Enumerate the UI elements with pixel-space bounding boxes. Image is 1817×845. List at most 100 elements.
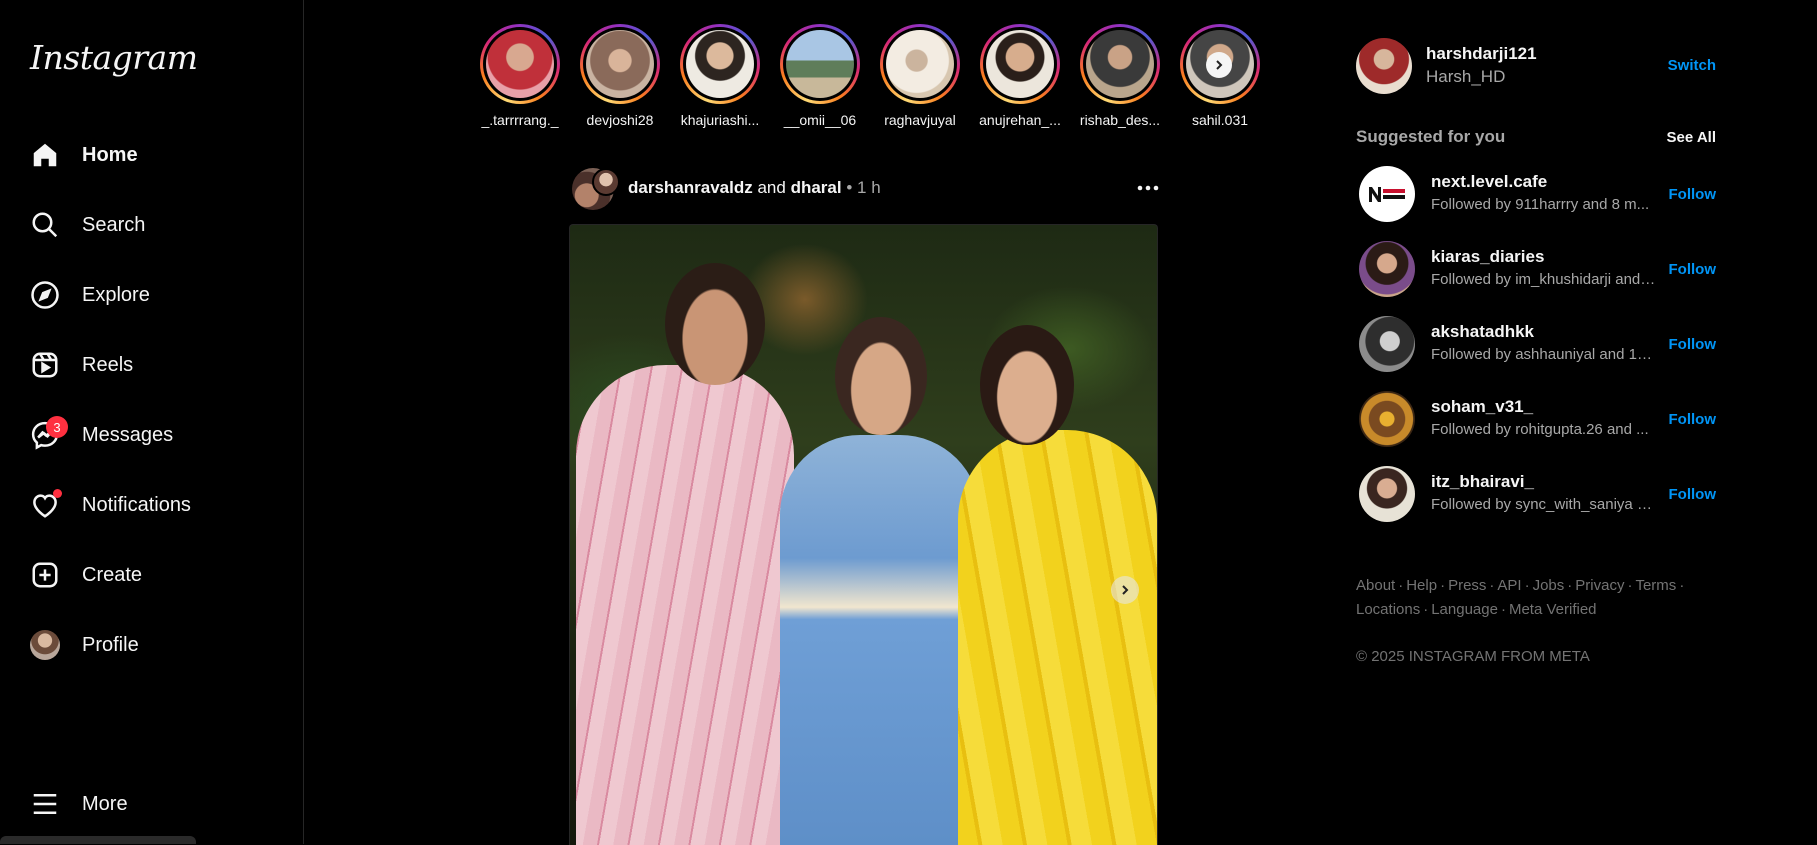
footer-link[interactable]: Meta Verified <box>1509 601 1597 618</box>
post-author-link[interactable]: darshanravaldz <box>628 178 753 197</box>
follow-button[interactable]: Follow <box>1669 261 1717 278</box>
post-time[interactable]: 1 h <box>857 178 881 197</box>
story-username: sahil.031 <box>1191 112 1249 128</box>
sidebar: Instagram Home Search Explore Reels 3 Me… <box>0 0 304 844</box>
suggestion-context: Followed by rohitgupta.26 and ... <box>1431 421 1649 438</box>
sidebar-item-search[interactable]: Search <box>28 201 278 249</box>
suggestion-avatar[interactable] <box>1359 241 1415 297</box>
post-authors: darshanravaldz and dharal • 1 h <box>628 178 881 198</box>
messenger-icon: 3 <box>28 416 68 452</box>
footer-link[interactable]: Help <box>1406 577 1437 594</box>
story-item[interactable]: __omii__06 <box>770 24 870 128</box>
suggestion-avatar[interactable] <box>1359 391 1415 447</box>
notification-dot <box>53 489 62 498</box>
footer-link[interactable]: API <box>1497 577 1521 594</box>
story-item[interactable]: devjoshi28 <box>570 24 670 128</box>
story-item[interactable]: raghavjuyal <box>870 24 970 128</box>
sidebar-item-label: Messages <box>82 423 174 446</box>
suggestion-avatar[interactable] <box>1359 316 1415 372</box>
suggestion-context: Followed by 911harrry and 8 m... <box>1431 196 1650 213</box>
suggestion-username[interactable]: soham_v31_ <box>1431 397 1533 417</box>
story-username: rishab_des... <box>1079 112 1161 128</box>
footer-link[interactable]: About <box>1356 577 1395 594</box>
sidebar-item-label: Reels <box>82 353 134 376</box>
next-level-logo <box>1369 187 1405 202</box>
avatar[interactable] <box>1356 38 1412 94</box>
sidebar-item-label: Profile <box>82 633 139 656</box>
photo-subject <box>780 435 980 845</box>
suggestion-item: itz_bhairavi_ Followed by sync_with_sani… <box>1356 466 1716 522</box>
post-image[interactable] <box>569 224 1158 845</box>
story-avatar <box>886 30 954 98</box>
sidebar-item-more[interactable]: More <box>28 780 278 828</box>
post-coauthor-link[interactable]: dharal <box>791 178 842 197</box>
story-avatar <box>986 30 1054 98</box>
story-username: __omii__06 <box>783 112 857 128</box>
post-coauthor-avatar[interactable] <box>592 168 620 196</box>
sidebar-item-home[interactable]: Home <box>28 131 278 179</box>
sidebar-item-profile[interactable]: Profile <box>28 621 278 669</box>
story-item[interactable]: _.tarrrrang._ <box>470 24 570 128</box>
sidebar-item-label: Home <box>82 143 138 166</box>
follow-button[interactable]: Follow <box>1669 486 1717 503</box>
current-full-name: Harsh_HD <box>1426 67 1506 86</box>
suggested-heading: Suggested for you <box>1356 127 1506 146</box>
menu-icon <box>28 787 62 821</box>
sidebar-item-label: Create <box>82 563 143 586</box>
sidebar-item-reels[interactable]: Reels <box>28 341 278 389</box>
story-item[interactable]: anujrehan_... <box>970 24 1070 128</box>
suggestion-item: akshatadhkk Followed by ashhauniyal and … <box>1356 316 1716 372</box>
suggestion-username[interactable]: kiaras_diaries <box>1431 247 1544 267</box>
suggestion-username[interactable]: next.level.cafe <box>1431 172 1547 192</box>
footer-link[interactable]: Privacy <box>1575 577 1624 594</box>
more-options-icon[interactable] <box>1136 172 1160 198</box>
suggestion-username[interactable]: akshatadhkk <box>1431 322 1534 342</box>
carousel-next-button[interactable] <box>1111 576 1139 604</box>
story-avatar <box>586 30 654 98</box>
footer-link[interactable]: Terms <box>1635 577 1676 594</box>
suggestion-context: Followed by ashhauniyal and 13... <box>1431 346 1656 363</box>
follow-button[interactable]: Follow <box>1669 411 1717 428</box>
chevron-right-icon <box>1216 60 1223 70</box>
sidebar-item-messages[interactable]: 3 Messages <box>28 411 278 459</box>
story-avatar <box>786 30 854 98</box>
suggestion-avatar[interactable] <box>1359 166 1415 222</box>
story-item[interactable]: rishab_des... <box>1070 24 1170 128</box>
follow-button[interactable]: Follow <box>1669 186 1717 203</box>
stories-next-button[interactable] <box>1206 52 1232 78</box>
sidebar-item-create[interactable]: Create <box>28 551 278 599</box>
see-all-link[interactable]: See All <box>1667 129 1716 146</box>
sidebar-item-label: Explore <box>82 283 150 306</box>
suggestion-item: next.level.cafe Followed by 911harrry an… <box>1356 166 1716 222</box>
footer-link[interactable]: Press <box>1448 577 1486 594</box>
search-icon <box>28 208 62 242</box>
switch-account-button[interactable]: Switch <box>1668 57 1716 74</box>
sidebar-item-notifications[interactable]: Notifications <box>28 481 278 529</box>
bottom-tab-strip <box>0 836 196 844</box>
follow-button[interactable]: Follow <box>1669 336 1717 353</box>
post-header: darshanravaldz and dharal • 1 h <box>572 168 1160 212</box>
current-account: harshdarji121 Harsh_HD Switch <box>1356 38 1716 94</box>
current-username[interactable]: harshdarji121 <box>1426 44 1537 64</box>
story-item[interactable]: khajuriashi... <box>670 24 770 128</box>
footer-links: About · Help · Press · API · Jobs · Privacy · Terms ·… <box>1356 577 1685 618</box>
footer-link[interactable]: Language <box>1431 601 1498 618</box>
story-avatar <box>686 30 754 98</box>
instagram-logo[interactable]: Instagram <box>30 38 198 77</box>
story-username: raghavjuyal <box>884 112 956 128</box>
story-username: anujrehan_... <box>979 112 1061 128</box>
sidebar-item-label: More <box>82 792 128 815</box>
suggestion-username[interactable]: itz_bhairavi_ <box>1431 472 1534 492</box>
sidebar-item-label: Notifications <box>82 493 191 516</box>
story-avatar <box>1086 30 1154 98</box>
reels-icon <box>28 348 62 382</box>
plus-square-icon <box>28 558 62 592</box>
story-username: khajuriashi... <box>680 112 760 128</box>
sidebar-item-explore[interactable]: Explore <box>28 271 278 319</box>
story-avatar <box>486 30 554 98</box>
post-separator: • <box>846 178 858 197</box>
footer-link[interactable]: Jobs <box>1533 577 1565 594</box>
suggestion-avatar[interactable] <box>1359 466 1415 522</box>
footer-link[interactable]: Locations <box>1356 601 1420 618</box>
heart-icon <box>28 488 62 522</box>
